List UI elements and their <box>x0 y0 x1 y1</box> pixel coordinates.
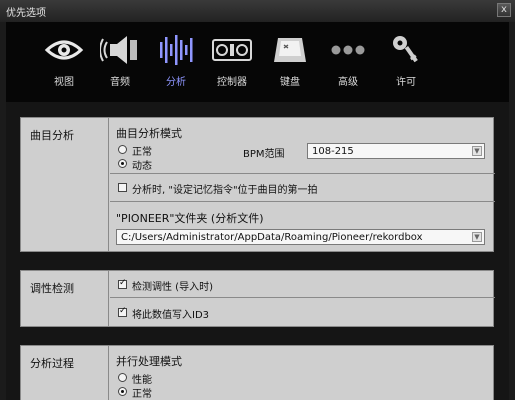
analysis-process-category: 分析过程 <box>21 346 109 400</box>
mode-normal-label[interactable]: 正常 <box>132 143 152 158</box>
parallel-mode-title: 并行处理模式 <box>116 355 182 368</box>
mode-dynamic-radio[interactable] <box>118 159 127 168</box>
tab-license-label: 许可 <box>396 77 416 88</box>
tab-license[interactable]: 许可 <box>378 30 434 98</box>
detect-key-checkbox[interactable] <box>118 278 127 289</box>
tab-advanced-label: 高级 <box>338 77 358 88</box>
parallel-normal-radio[interactable] <box>118 387 127 396</box>
tab-audio[interactable]: 音频 <box>92 30 148 98</box>
mode-normal-radio[interactable] <box>118 145 127 154</box>
tab-view-label: 视图 <box>54 77 74 88</box>
eye-icon <box>44 40 84 60</box>
analysis-process-category-label: 分析过程 <box>30 357 74 370</box>
keyboard-key-icon <box>274 38 306 62</box>
key-icon <box>393 36 418 63</box>
key-detection-panel: 调性检测 检测调性 (导入时) 将此数值写入ID3 <box>20 270 495 328</box>
bpm-range-select[interactable]: 108-215 ▼ <box>307 143 485 159</box>
analysis-mode-title: 曲目分析模式 <box>116 127 182 140</box>
cue-row: 分析时, "设定记忆指令"位于曲目的第一拍 <box>110 174 495 202</box>
tab-controller-label: 控制器 <box>217 77 247 88</box>
parallel-mode-row: 并行处理模式 性能 正常 <box>110 346 495 400</box>
mode-dynamic-label[interactable]: 动态 <box>132 157 152 172</box>
pioneer-folder-path: C:/Users/Administrator/AppData/Roaming/P… <box>121 232 423 243</box>
waveform-icon <box>160 35 193 65</box>
parallel-performance-radio[interactable] <box>118 373 127 382</box>
tab-advanced[interactable]: 高级 <box>320 30 376 98</box>
bpm-range-label: BPM范围 <box>243 149 285 160</box>
analysis-process-panel: 分析过程 并行处理模式 性能 正常 <box>20 345 494 400</box>
tab-audio-label: 音频 <box>110 77 130 88</box>
window-title: 优先选项 <box>6 8 46 19</box>
chevron-down-icon: ▼ <box>472 232 482 242</box>
settings-content: 曲目分析 曲目分析模式 正常 动态 BPM范围 108-215 ▼ 分析时, "… <box>6 102 509 400</box>
tab-keyboard[interactable]: 键盘 <box>262 30 318 98</box>
write-id3-row: 将此数值写入ID3 <box>110 298 495 328</box>
track-analysis-category-label: 曲目分析 <box>30 129 74 142</box>
window-title-bar: 优先选项 x <box>0 0 515 22</box>
tab-analysis[interactable]: 分析 <box>148 30 204 98</box>
tab-controller[interactable]: 控制器 <box>204 30 260 98</box>
set-memory-cue-checkbox[interactable] <box>118 183 127 192</box>
tab-view[interactable]: 视图 <box>36 30 92 98</box>
close-button[interactable]: x <box>497 3 511 17</box>
close-icon: x <box>501 4 507 15</box>
parallel-normal-label[interactable]: 正常 <box>132 385 152 400</box>
write-id3-checkbox[interactable] <box>118 306 127 317</box>
chevron-down-icon: ▼ <box>472 146 482 156</box>
detect-key-label[interactable]: 检测调性 (导入时) <box>132 278 213 293</box>
key-detection-category: 调性检测 <box>21 271 109 326</box>
preferences-toolbar: 视图 音频 分析 控制器 键盘 高级 许可 <box>6 22 509 102</box>
set-memory-cue-label[interactable]: 分析时, "设定记忆指令"位于曲目的第一拍 <box>132 181 318 196</box>
speaker-icon <box>100 36 137 64</box>
tab-keyboard-label: 键盘 <box>280 77 300 88</box>
parallel-performance-label[interactable]: 性能 <box>132 371 152 386</box>
analysis-mode-row: 曲目分析模式 正常 动态 BPM范围 108-215 ▼ <box>110 118 495 174</box>
track-analysis-category: 曲目分析 <box>21 118 109 251</box>
pioneer-folder-title: "PIONEER"文件夹 (分析文件) <box>116 212 264 225</box>
key-detection-category-label: 调性检测 <box>30 282 74 295</box>
pioneer-folder-row: "PIONEER"文件夹 (分析文件) C:/Users/Administrat… <box>110 202 495 253</box>
pioneer-folder-select[interactable]: C:/Users/Administrator/AppData/Roaming/P… <box>116 229 485 245</box>
tab-analysis-label: 分析 <box>166 77 186 88</box>
track-analysis-panel: 曲目分析 曲目分析模式 正常 动态 BPM范围 108-215 ▼ 分析时, "… <box>20 117 495 253</box>
controller-icon <box>212 39 252 61</box>
dots-icon <box>331 45 365 55</box>
write-id3-label[interactable]: 将此数值写入ID3 <box>132 306 209 321</box>
bpm-range-value: 108-215 <box>312 146 354 157</box>
detect-key-row: 检测调性 (导入时) <box>110 271 495 298</box>
